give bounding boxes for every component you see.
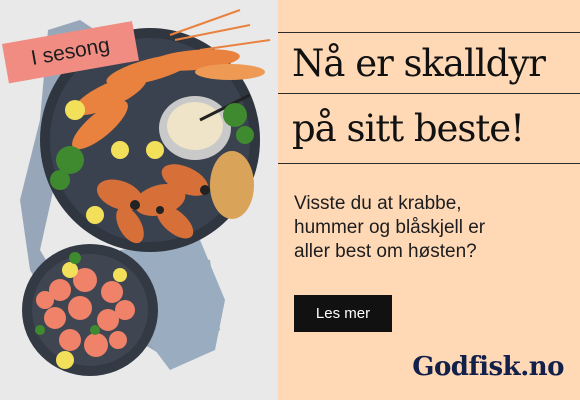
body-line: hummer og blåskjell er xyxy=(294,217,486,238)
body-line: Visste du at krabbe, xyxy=(294,193,462,214)
body-line: aller best om høsten? xyxy=(294,241,477,262)
seafood-platter-photo: I sesong xyxy=(0,0,278,400)
headline-line-2: på sitt beste! xyxy=(278,94,580,164)
brand-logo: Godfisk.no xyxy=(412,352,564,382)
text-panel: Nå er skalldyr på sitt beste! Visste du … xyxy=(278,0,580,400)
headline-line-1: Nå er skalldyr xyxy=(278,32,580,94)
seafood-ad-banner[interactable]: I sesong Nå er skalldyr på sitt beste! V… xyxy=(0,0,580,400)
read-more-button[interactable]: Les mer xyxy=(294,295,392,332)
body-text: Visste du at krabbe, hummer og blåskjell… xyxy=(294,192,574,264)
